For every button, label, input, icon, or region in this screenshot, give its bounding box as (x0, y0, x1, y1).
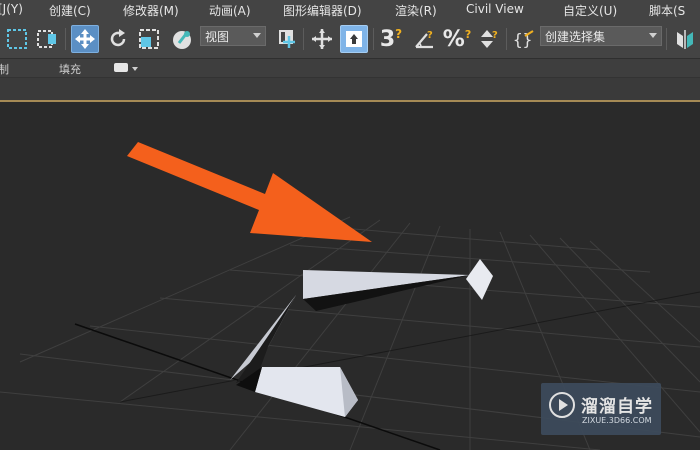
window-crossing-icon[interactable] (33, 25, 61, 53)
rotate-icon[interactable] (104, 25, 132, 53)
reference-coordinate-label: 视图 (205, 30, 230, 44)
reference-coordinate-dropdown[interactable]: 视图 (200, 26, 266, 46)
main-toolbar: 视图 3 ? ? % ? ? {} 创建选择集 (0, 20, 700, 59)
menu-item-rendering[interactable]: 渲染(R) (395, 2, 437, 19)
named-selection-set-label: 创建选择集 (545, 30, 606, 44)
use-pivot-icon[interactable] (272, 25, 300, 53)
ribbon-toggle-icon[interactable] (114, 63, 128, 72)
select-move-icon[interactable] (71, 25, 99, 53)
bone-model (230, 259, 493, 417)
watermark-title: 溜溜自学 (581, 397, 653, 417)
menu-bar: [J(Y) 创建(C) 修改器(M) 动画(A) 图形编辑器(D) 渲染(R) … (0, 0, 700, 21)
play-logo-icon (549, 392, 575, 418)
menu-item-modifiers[interactable]: 修改器(M) (123, 2, 179, 19)
menu-item-view[interactable]: [J(Y) (0, 2, 23, 16)
angle-snap-icon[interactable]: ? (410, 25, 438, 53)
ribbon-fill-label: 填充 (59, 63, 81, 76)
spinner-snap-icon[interactable]: ? (475, 25, 503, 53)
keyboard-shortcut-icon[interactable] (340, 25, 368, 53)
snap-toggle-label: 3 (379, 26, 396, 52)
menu-item-animation[interactable]: 动画(A) (209, 2, 251, 19)
named-selection-set-dropdown[interactable]: 创建选择集 (540, 26, 662, 46)
menu-item-scripting[interactable]: 脚本(S (649, 2, 685, 19)
menu-item-create[interactable]: 创建(C) (49, 2, 91, 19)
scale-icon[interactable] (135, 25, 163, 53)
snap-toggle-icon[interactable]: 3 ? (377, 25, 405, 53)
watermark-url: ZIXUE.3D66.COM (582, 416, 652, 425)
menu-item-customize[interactable]: 自定义(U) (563, 2, 617, 19)
ribbon-caret-icon[interactable] (132, 67, 138, 71)
mirror-icon[interactable] (671, 25, 699, 53)
select-region-icon[interactable] (3, 25, 31, 53)
ribbon-panel-strip (0, 78, 700, 102)
menu-item-civil-view[interactable]: Civil View (466, 2, 524, 16)
pick-object-icon[interactable] (168, 25, 196, 53)
ribbon-bar: 制 填充 (0, 59, 700, 78)
svg-text:?: ? (427, 30, 433, 41)
svg-text:?: ? (492, 30, 498, 41)
select-manipulate-icon[interactable] (308, 25, 336, 53)
ribbon-label-left: 制 (0, 63, 9, 76)
annotation-arrow (127, 142, 372, 242)
watermark: 溜溜自学 ZIXUE.3D66.COM (541, 383, 661, 435)
edit-named-selection-icon[interactable]: {} (510, 25, 538, 53)
percent-snap-icon[interactable]: % ? (443, 25, 471, 53)
menu-item-graph-editors[interactable]: 图形编辑器(D) (283, 2, 362, 19)
